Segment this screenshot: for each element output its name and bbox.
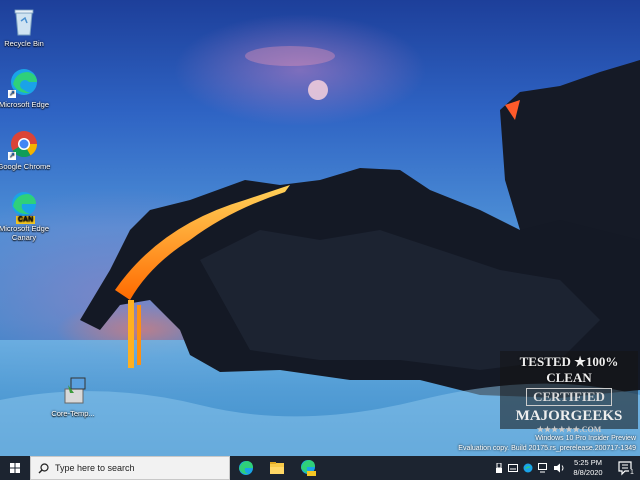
- notification-count-badge: 1: [629, 469, 635, 477]
- desktop-icon-label: Core-Temp...: [51, 409, 95, 418]
- stamp-line: TESTED ★100% CLEAN: [519, 354, 619, 385]
- edge-icon: ↗: [8, 66, 40, 98]
- desktop-icon-label: Microsoft Edge Canary: [0, 224, 50, 242]
- desktop-icon-label: Microsoft Edge: [0, 100, 50, 109]
- edge-icon: [239, 461, 253, 475]
- clock-date: 8/8/2020: [573, 468, 603, 477]
- network-icon[interactable]: [538, 463, 549, 473]
- majorgeeks-certified-stamp: TESTED ★100% CLEAN CERTIFIED MAJORGEEKS …: [500, 351, 638, 434]
- canary-badge: CAN: [16, 216, 36, 224]
- security-icon[interactable]: [523, 463, 533, 473]
- desktop-icon-label: Recycle Bin: [4, 39, 44, 48]
- file-explorer-icon: [270, 462, 284, 474]
- desktop-icon-label: Google Chrome: [0, 162, 51, 171]
- shortcut-arrow-icon: ↗: [8, 152, 16, 160]
- search-placeholder: Type here to search: [55, 463, 135, 473]
- taskbar-clock[interactable]: 5:25 PM 8/8/2020: [568, 458, 608, 478]
- keyboard-icon[interactable]: [508, 464, 518, 472]
- action-center-button[interactable]: 1: [610, 456, 640, 480]
- watermark-line: Evaluation copy. Build 20175.rs_prerelea…: [458, 445, 636, 452]
- taskbar-edge-button[interactable]: [231, 456, 261, 480]
- installer-icon: [57, 375, 89, 407]
- desktop-icon-recycle-bin[interactable]: Recycle Bin: [0, 5, 52, 48]
- taskbar-edge-canary-button[interactable]: [293, 456, 323, 480]
- edge-canary-icon: [301, 460, 316, 476]
- taskbar: Type here to search 5:25 PM 8/8/2020 1: [0, 456, 640, 480]
- notification-icon: [618, 461, 632, 476]
- windows-logo-icon: [10, 463, 20, 473]
- desktop-icon-microsoft-edge-canary[interactable]: CAN Microsoft Edge Canary: [0, 190, 52, 242]
- usb-icon[interactable]: [495, 463, 503, 473]
- evaluation-watermark: Windows 10 Pro Insider Preview Evaluatio…: [458, 434, 636, 454]
- system-tray: [492, 456, 568, 480]
- edge-canary-icon: CAN: [8, 190, 40, 224]
- stamp-line: ★★★★★★.COM: [536, 425, 602, 434]
- taskbar-search-box[interactable]: Type here to search: [30, 456, 230, 480]
- recycle-bin-icon: [8, 5, 40, 37]
- watermark-line: Windows 10 Pro Insider Preview: [535, 435, 636, 442]
- taskbar-file-explorer-button[interactable]: [262, 456, 292, 480]
- shortcut-arrow-icon: ↗: [8, 90, 16, 98]
- volume-icon[interactable]: [553, 463, 565, 473]
- clock-time: 5:25 PM: [574, 458, 602, 467]
- start-button[interactable]: [0, 456, 30, 480]
- stamp-line: CERTIFIED: [526, 388, 612, 406]
- desktop-icon-core-temp[interactable]: Core-Temp...: [45, 375, 101, 418]
- desktop[interactable]: Recycle Bin ↗ Microsoft Edge ↗ Google Ch…: [0, 0, 640, 456]
- stamp-line: MAJORGEEKS: [515, 408, 623, 424]
- chrome-icon: ↗: [8, 128, 40, 160]
- desktop-icon-microsoft-edge[interactable]: ↗ Microsoft Edge: [0, 66, 52, 109]
- desktop-icon-google-chrome[interactable]: ↗ Google Chrome: [0, 128, 52, 171]
- search-icon: [38, 463, 49, 474]
